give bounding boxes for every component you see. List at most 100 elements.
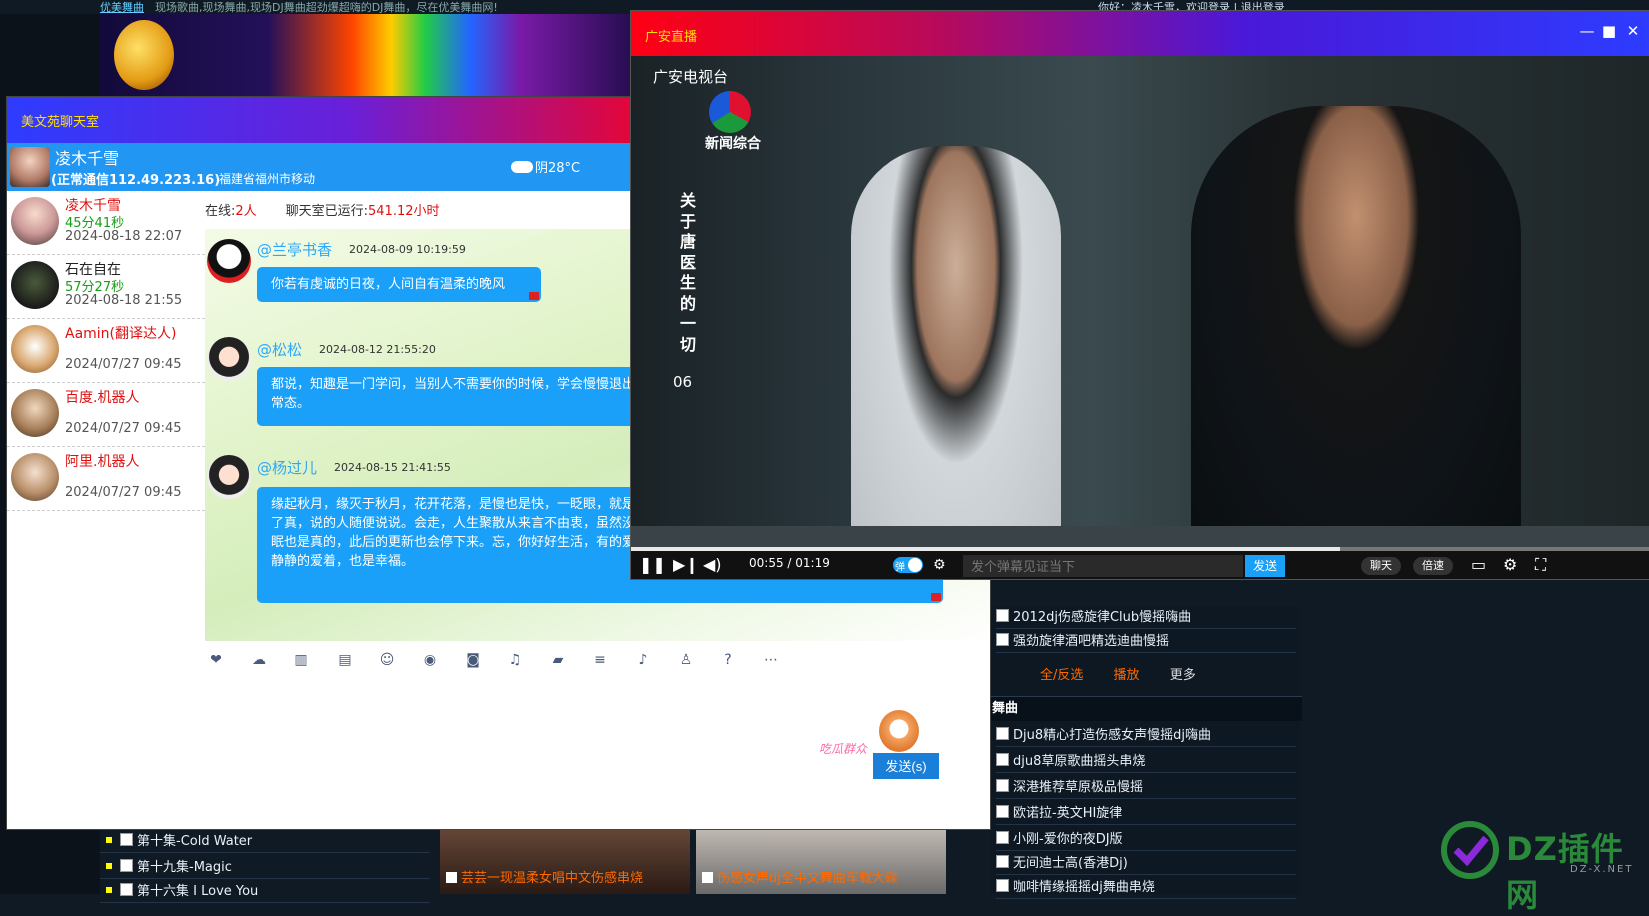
- user-list-item[interactable]: Aamin(翻译达人) 2024/07/27 09:45: [7, 319, 205, 383]
- camera-icon[interactable]: ◙: [464, 651, 482, 669]
- list-item[interactable]: 欧诺拉-英文HI旋律: [996, 802, 1296, 825]
- avatar[interactable]: [207, 239, 251, 283]
- penguin-icon[interactable]: ♙: [677, 651, 695, 669]
- weather-widget: 阴28°C: [511, 157, 580, 176]
- video-titlebar[interactable]: 广安直播 — ■ ✕: [631, 11, 1649, 56]
- message-author[interactable]: @兰亭书香: [257, 239, 332, 260]
- list-item[interactable]: 咖啡情缘摇摇dj舞曲串烧: [996, 876, 1296, 899]
- list-icon[interactable]: ≡: [591, 651, 609, 669]
- minimize-icon[interactable]: —: [1579, 23, 1595, 39]
- list-item[interactable]: dju8草原歌曲摇头串烧: [996, 750, 1296, 773]
- checkbox[interactable]: [996, 805, 1009, 818]
- map-icon[interactable]: ▥: [292, 651, 310, 669]
- danmaku-input[interactable]: [963, 555, 1243, 577]
- list-item[interactable]: 第十集-Cold Water: [100, 830, 430, 853]
- checkbox[interactable]: [996, 753, 1009, 766]
- channel-subname: 新闻综合: [705, 136, 761, 152]
- music-thumbnail[interactable]: 芸芸一现温柔女唱中文伤感串烧: [440, 824, 690, 894]
- music-icon[interactable]: ♫: [506, 651, 524, 669]
- checkbox[interactable]: [996, 727, 1009, 740]
- login-date: 2024/07/27 09:45: [65, 421, 182, 436]
- list-item[interactable]: 小刚-爱你的夜DJ版: [996, 828, 1296, 851]
- avatar: [11, 261, 59, 309]
- check-shield-icon: [1441, 821, 1499, 879]
- subtitle-icon[interactable]: ▭: [1471, 555, 1486, 575]
- list-item[interactable]: 第十六集 I Love You: [100, 880, 430, 903]
- checkbox[interactable]: [996, 855, 1009, 868]
- danmaku-send-button[interactable]: 发送: [1245, 555, 1285, 577]
- genre-heading: 舞曲: [990, 696, 1302, 721]
- card-icon[interactable]: ▤: [336, 651, 354, 669]
- checkbox[interactable]: [446, 872, 457, 883]
- speaker-icon[interactable]: [931, 593, 941, 601]
- checkbox[interactable]: [120, 883, 133, 896]
- checkbox[interactable]: [702, 872, 713, 883]
- checkbox[interactable]: [996, 779, 1009, 792]
- music-thumbnail[interactable]: 伤感女声dj全中文舞曲车载大碟: [696, 824, 946, 894]
- checkbox[interactable]: [996, 633, 1009, 646]
- next-icon[interactable]: ▶❙: [673, 555, 699, 575]
- user-list-item[interactable]: 凌木千雪 45分41秒 2024-08-18 22:07: [7, 191, 205, 255]
- list-item[interactable]: 2012dj伤感旋律Club慢摇嗨曲: [996, 606, 1296, 629]
- avatar[interactable]: [207, 337, 251, 381]
- send-button[interactable]: 发送(s): [873, 753, 939, 779]
- danmaku-settings-icon[interactable]: ⚙: [933, 555, 946, 575]
- login-date: 2024-08-18 21:55: [65, 293, 183, 308]
- site-brand-link[interactable]: 优美舞曲: [100, 0, 144, 15]
- heart-icon[interactable]: ❤: [207, 651, 225, 669]
- user-name: Aamin(翻译达人): [65, 326, 177, 342]
- list-item[interactable]: 深港推荐草原极品慢摇: [996, 776, 1296, 799]
- message-time: 2024-08-09 10:19:59: [349, 243, 466, 256]
- avatar[interactable]: [207, 455, 251, 499]
- video-frame-person-left: [851, 146, 1061, 556]
- user-circle-icon[interactable]: ◉: [421, 651, 439, 669]
- more-link[interactable]: 更多: [1170, 668, 1196, 683]
- message-author[interactable]: @松松: [257, 339, 302, 360]
- bell-icon[interactable]: ♪: [634, 651, 652, 669]
- danmaku-toggle[interactable]: 弹: [893, 557, 923, 573]
- more-icon[interactable]: ⋯: [762, 651, 780, 669]
- live-video-window: 广安直播 — ■ ✕ 广安电视台 新闻综合 关于唐医生的一切 06 ❚❚ ▶❙ …: [630, 10, 1649, 580]
- list-item[interactable]: 强劲旋律酒吧精选迪曲慢摇: [996, 630, 1296, 653]
- chat-pill-button[interactable]: 聊天: [1361, 557, 1401, 575]
- smile-icon[interactable]: ☺: [378, 651, 396, 669]
- list-item[interactable]: Dju8精心打造伤感女声慢摇dj嗨曲: [996, 724, 1296, 747]
- maximize-icon[interactable]: ■: [1601, 23, 1617, 39]
- volume-icon[interactable]: ◀): [703, 555, 722, 575]
- uptime-label: 聊天室已运行:: [285, 204, 368, 219]
- speaker-icon[interactable]: [529, 292, 539, 300]
- connection-status: (正常通信112.49.223.16): [51, 173, 221, 188]
- cloud-icon[interactable]: ☁: [250, 651, 268, 669]
- location-text: 福建省福州市移动: [219, 172, 316, 186]
- speed-pill-button[interactable]: 倍速: [1413, 557, 1453, 575]
- toggle-knob: [908, 558, 922, 572]
- checkbox[interactable]: [120, 859, 133, 872]
- help-icon[interactable]: ?: [719, 651, 737, 669]
- avatar: [11, 453, 59, 501]
- message-text: 你若有虔诚的日夜，人间自有温柔的晚风: [271, 277, 506, 292]
- user-list-item[interactable]: 阿里.机器人 2024/07/27 09:45: [7, 447, 205, 511]
- user-list-item[interactable]: 百度.机器人 2024/07/27 09:45: [7, 383, 205, 447]
- avatar: [11, 197, 59, 245]
- avatar[interactable]: [10, 147, 50, 187]
- checkbox[interactable]: [120, 833, 133, 846]
- player-controls: ❚❚ ▶❙ ◀) 00:55 / 01:19 弹 ⚙ 发送 聊天 倍速 ▭ ⚙ …: [631, 551, 1649, 579]
- list-item[interactable]: 无间迪士高(香港Dj): [996, 852, 1296, 875]
- video-screen[interactable]: [631, 56, 1649, 556]
- dragon-mascot-icon: [114, 20, 174, 90]
- list-item[interactable]: 第十九集-Magic: [100, 856, 430, 879]
- fullscreen-icon[interactable]: ⛶: [1535, 555, 1546, 575]
- message-author[interactable]: @杨过儿: [257, 457, 317, 478]
- folder-icon[interactable]: ▰: [549, 651, 567, 669]
- user-list-item[interactable]: 石在自在 57分27秒 2024-08-18 21:55: [7, 255, 205, 319]
- play-link[interactable]: 播放: [1114, 668, 1140, 683]
- checkbox[interactable]: [996, 609, 1009, 622]
- close-icon[interactable]: ✕: [1625, 23, 1641, 39]
- select-all-link[interactable]: 全/反选: [1040, 668, 1083, 683]
- gear-icon[interactable]: ⚙: [1503, 555, 1517, 575]
- bullet-icon: [106, 863, 112, 869]
- pause-icon[interactable]: ❚❚: [639, 555, 666, 575]
- episode-number: 06: [673, 373, 693, 391]
- checkbox[interactable]: [996, 879, 1009, 892]
- checkbox[interactable]: [996, 831, 1009, 844]
